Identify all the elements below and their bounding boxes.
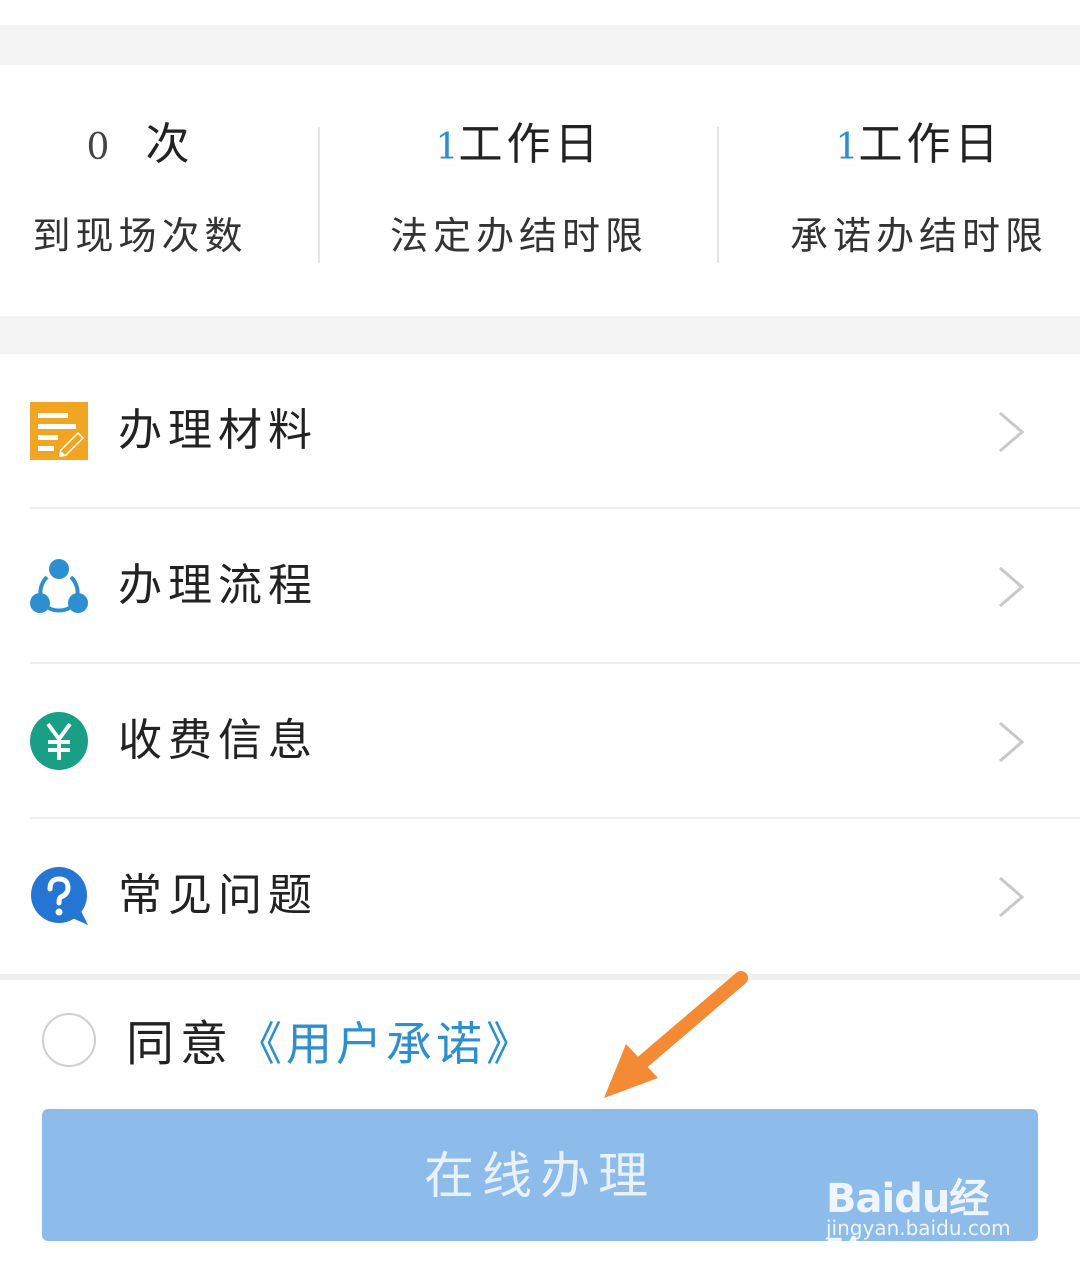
question-icon — [31, 867, 88, 925]
chevron-right-icon — [999, 721, 1025, 763]
stat-legal-deadline: 1工作日 法定办结时限 — [320, 65, 718, 316]
process-nodes-icon — [30, 559, 88, 613]
section-spacer — [0, 316, 1080, 354]
stat-value: 1工作日 — [719, 117, 1080, 176]
stat-value: 1工作日 — [320, 117, 718, 176]
stat-unit: 次 — [127, 119, 194, 170]
stat-value: 0 次 — [0, 117, 280, 176]
menu-item-faq[interactable]: 常见问题 — [0, 819, 1080, 974]
menu-item-label: 收费信息 — [118, 715, 318, 766]
document-edit-icon — [30, 402, 88, 460]
stat-number: 1 — [435, 127, 459, 168]
menu-item-label: 常见问题 — [118, 870, 318, 921]
yen-icon — [30, 712, 88, 770]
stat-label: 到现场次数 — [32, 214, 248, 258]
menu-item-label: 办理流程 — [118, 560, 318, 611]
stat-number: 0 — [86, 127, 128, 168]
stat-label: 法定办结时限 — [389, 214, 648, 258]
menu-item-materials[interactable]: 办理材料 — [0, 354, 1080, 509]
chevron-right-icon — [999, 411, 1025, 453]
menu-item-label: 办理材料 — [118, 405, 318, 456]
section-spacer — [0, 25, 1080, 65]
user-commitment-link[interactable]: 《用户承诺》 — [236, 1014, 536, 1074]
annotation-arrow-icon — [604, 971, 748, 1098]
stat-label: 承诺办结时限 — [789, 214, 1048, 258]
chevron-right-icon — [999, 566, 1025, 608]
chevron-right-icon — [999, 876, 1025, 918]
stats-row: 0 次 到现场次数 1工作日 法定办结时限 1工作日 承诺办结时限 — [0, 65, 1080, 316]
stat-unit: 工作日 — [458, 119, 603, 170]
menu-item-fees[interactable]: 收费信息 — [0, 664, 1080, 819]
watermark-url: jingyan.baidu.com — [826, 1216, 1011, 1240]
agreement-row: 同意 《用户承诺》 — [0, 980, 1080, 1090]
stat-unit: 工作日 — [858, 119, 1003, 170]
agree-prefix: 同意 — [126, 1016, 235, 1072]
service-menu: 办理材料 办理流程 收费信息 常见问题 — [0, 354, 1080, 974]
baidu-watermark: Baidu经验 jingyan.baidu.com — [826, 1148, 1026, 1280]
stat-promised-deadline: 1工作日 承诺办结时限 — [719, 65, 1080, 316]
top-strip — [0, 0, 1080, 25]
stat-onsite-visits: 0 次 到现场次数 — [0, 65, 280, 316]
stat-number: 1 — [835, 127, 859, 168]
menu-item-process[interactable]: 办理流程 — [0, 509, 1080, 664]
agree-radio[interactable] — [42, 1013, 96, 1067]
